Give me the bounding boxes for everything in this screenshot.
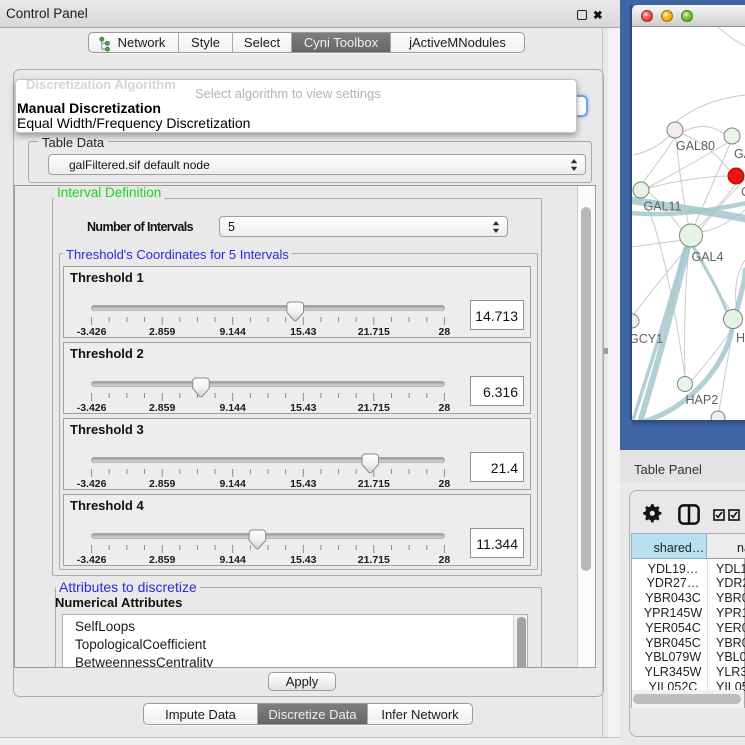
svg-text:15.43: 15.43 xyxy=(290,554,316,566)
svg-text:GAL80: GAL80 xyxy=(676,139,715,153)
svg-text:GA: GA xyxy=(734,147,745,161)
svg-text:HAP2: HAP2 xyxy=(686,393,719,407)
svg-text:2.859: 2.859 xyxy=(149,478,175,490)
svg-text:9.144: 9.144 xyxy=(220,402,246,414)
svg-text:H: H xyxy=(736,331,745,345)
svg-text:21.715: 21.715 xyxy=(358,554,390,566)
svg-text:2.859: 2.859 xyxy=(149,402,175,414)
svg-text:21.715: 21.715 xyxy=(358,326,390,338)
svg-text:9.144: 9.144 xyxy=(220,554,246,566)
svg-text:-3.426: -3.426 xyxy=(77,326,107,338)
svg-text:2.859: 2.859 xyxy=(149,554,175,566)
svg-text:GAL4: GAL4 xyxy=(692,250,724,264)
svg-text:21.715: 21.715 xyxy=(358,402,390,414)
svg-text:-3.426: -3.426 xyxy=(77,402,107,414)
svg-text:21.715: 21.715 xyxy=(358,478,390,490)
svg-text:2.859: 2.859 xyxy=(149,326,175,338)
svg-text:15.43: 15.43 xyxy=(290,326,316,338)
svg-text:28: 28 xyxy=(439,554,451,566)
svg-text:28: 28 xyxy=(439,478,451,490)
svg-text:15.43: 15.43 xyxy=(290,478,316,490)
svg-text:GCY1: GCY1 xyxy=(632,332,663,346)
svg-text:9.144: 9.144 xyxy=(220,326,246,338)
svg-text:15.43: 15.43 xyxy=(290,402,316,414)
svg-text:28: 28 xyxy=(439,402,451,414)
svg-text:-3.426: -3.426 xyxy=(77,554,107,566)
svg-text:-3.426: -3.426 xyxy=(77,478,107,490)
svg-text:GAL11: GAL11 xyxy=(644,200,682,214)
svg-text:9.144: 9.144 xyxy=(220,478,246,490)
svg-text:C: C xyxy=(741,185,745,199)
svg-text:28: 28 xyxy=(439,326,451,338)
